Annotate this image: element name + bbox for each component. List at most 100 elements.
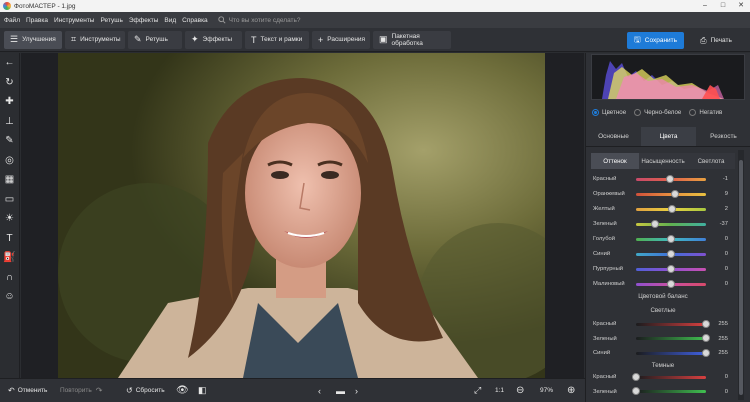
frame-icon[interactable]: ▭ bbox=[0, 190, 20, 210]
subtab-lightness[interactable]: Светлота bbox=[687, 153, 735, 169]
rotate-icon[interactable]: ↻ bbox=[0, 73, 20, 93]
brush-icon[interactable]: ✎ bbox=[0, 131, 20, 151]
tab-batch[interactable]: ▣ Пакетная обработка bbox=[373, 30, 451, 49]
light-icon[interactable]: ☀ bbox=[0, 209, 20, 229]
stamp-icon[interactable]: ⊥ bbox=[0, 112, 20, 132]
bottom-bar: ↶ Отменить Повторить ↷ ↺ Сбросить 👁 ◧ ‹ ▬ ›… bbox=[0, 378, 585, 402]
slider-row: Пурпурный 0 bbox=[593, 262, 733, 276]
slider-knob[interactable] bbox=[632, 372, 640, 381]
radio-label: Негатив bbox=[699, 109, 723, 116]
slider-knob[interactable] bbox=[667, 279, 675, 288]
magnet-icon[interactable]: ∩ bbox=[0, 268, 20, 288]
redo-button[interactable]: Повторить ↷ bbox=[60, 386, 102, 395]
slider-knob[interactable] bbox=[702, 348, 710, 357]
slider-row: Красный -1 bbox=[593, 172, 733, 186]
radial-filter-icon[interactable]: ◎ bbox=[0, 151, 20, 171]
slider-row: Зеленый -37 bbox=[593, 217, 733, 231]
slider-track[interactable] bbox=[636, 174, 706, 183]
slider-knob[interactable] bbox=[702, 334, 710, 342]
zoom-in-icon[interactable]: ⊕ bbox=[567, 385, 575, 396]
close-icon[interactable]: ✕ bbox=[732, 0, 750, 12]
menu-retouch[interactable]: Ретушь bbox=[100, 17, 122, 24]
undo-button[interactable]: ↶ Отменить bbox=[8, 386, 47, 395]
zoom-out-icon[interactable]: ⊖ bbox=[516, 385, 524, 396]
image-canvas[interactable] bbox=[21, 53, 584, 378]
tab-sharpness[interactable]: Резкость bbox=[696, 127, 750, 146]
slider-track[interactable] bbox=[636, 204, 706, 213]
healing-patch-icon[interactable]: ✚ bbox=[0, 92, 20, 112]
folder-icon[interactable]: ▬ bbox=[336, 386, 345, 396]
save-button[interactable]: 🖫 Сохранить bbox=[627, 32, 684, 49]
slider-track[interactable] bbox=[632, 387, 706, 395]
zoom-level: 97% bbox=[540, 387, 554, 394]
fit-screen-icon[interactable]: ⤢ bbox=[474, 385, 481, 396]
slider-knob[interactable] bbox=[667, 204, 676, 213]
print-button[interactable]: ⎙ Печать bbox=[690, 32, 742, 49]
slider-track[interactable] bbox=[636, 219, 706, 228]
radio-dot bbox=[592, 109, 599, 116]
slider-knob[interactable] bbox=[702, 319, 710, 328]
mode-negative-radio[interactable]: Негатив bbox=[689, 109, 722, 116]
printer-icon: ⎙ bbox=[700, 35, 707, 45]
menu-view[interactable]: Вид bbox=[164, 17, 176, 24]
tab-tools[interactable]: ⌗ Инструменты bbox=[65, 30, 125, 49]
slider-knob[interactable] bbox=[632, 387, 640, 395]
panel-tabs: Основные Цвета Резкость bbox=[586, 127, 750, 147]
text-icon[interactable]: T bbox=[0, 229, 20, 249]
slider-track[interactable] bbox=[632, 372, 706, 381]
slider-track[interactable] bbox=[636, 264, 706, 273]
slider-knob[interactable] bbox=[667, 264, 675, 273]
reset-button[interactable]: ↺ Сбросить bbox=[126, 386, 165, 395]
mode-color-radio[interactable]: Цветное bbox=[592, 109, 626, 116]
eye-icon[interactable]: 👁 bbox=[176, 385, 189, 396]
slider-knob[interactable] bbox=[650, 219, 659, 228]
menu-help[interactable]: Справка bbox=[182, 17, 208, 24]
face-icon[interactable]: ☺ bbox=[0, 287, 20, 307]
scrollbar-thumb[interactable] bbox=[739, 160, 743, 395]
slider-track[interactable] bbox=[636, 279, 706, 288]
slider-row: Синий 0 bbox=[593, 247, 733, 261]
subtab-hue[interactable]: Оттенок bbox=[591, 153, 639, 169]
tab-colors[interactable]: Цвета bbox=[641, 127, 696, 146]
slider-track[interactable] bbox=[636, 319, 710, 328]
menu-edit[interactable]: Правка bbox=[26, 17, 48, 24]
actual-size-button[interactable]: 1:1 bbox=[495, 387, 504, 394]
slider-track[interactable] bbox=[636, 334, 710, 342]
slider-knob[interactable] bbox=[667, 249, 675, 258]
mode-bw-radio[interactable]: Черно-белое bbox=[634, 109, 681, 116]
slider-track[interactable] bbox=[636, 234, 706, 243]
prev-image-icon[interactable]: ‹ bbox=[318, 386, 321, 396]
slider-value: 0 bbox=[724, 374, 728, 380]
radio-dot bbox=[634, 109, 642, 116]
compare-icon[interactable]: ◧ bbox=[198, 385, 207, 396]
slider-track[interactable] bbox=[636, 348, 710, 357]
minimize-icon[interactable]: – bbox=[696, 0, 714, 12]
undo-label: Отменить bbox=[17, 387, 48, 394]
fill-bucket-icon[interactable]: ⛽ bbox=[0, 248, 20, 268]
maximize-icon[interactable]: □ bbox=[714, 0, 732, 12]
tab-enhancements[interactable]: ☰ Улучшения bbox=[4, 30, 62, 49]
next-image-icon[interactable]: › bbox=[355, 386, 358, 396]
grid-icon[interactable]: ▦ bbox=[0, 170, 20, 190]
menu-file[interactable]: Файл bbox=[4, 17, 20, 24]
tab-text-frames[interactable]: T Текст и рамки bbox=[245, 30, 309, 49]
slider-track[interactable] bbox=[636, 249, 706, 258]
panel-scrollbar[interactable] bbox=[738, 150, 744, 400]
command-search[interactable]: Что вы хотите сделать? bbox=[217, 16, 301, 24]
wand-icon: ✦ bbox=[191, 34, 199, 44]
tab-basic[interactable]: Основные bbox=[586, 127, 641, 146]
menu-tools[interactable]: Инструменты bbox=[54, 17, 95, 24]
subtab-saturation[interactable]: Насыщенность bbox=[639, 153, 687, 169]
slider-knob[interactable] bbox=[666, 174, 675, 183]
back-arrow-icon[interactable]: ← bbox=[0, 53, 20, 73]
slider-track[interactable] bbox=[636, 189, 706, 198]
slider-row: Синий 255 bbox=[593, 346, 733, 360]
slider-knob[interactable] bbox=[667, 234, 675, 243]
tab-label: Расширения bbox=[327, 36, 366, 43]
tab-extensions[interactable]: + Расширения bbox=[312, 30, 370, 49]
tab-effects[interactable]: ✦ Эффекты bbox=[185, 30, 242, 49]
slider-knob[interactable] bbox=[670, 189, 679, 198]
tab-retouch[interactable]: ✎ Ретушь bbox=[128, 30, 182, 49]
menu-effects[interactable]: Эффекты bbox=[129, 17, 159, 24]
slider-value: -37 bbox=[719, 221, 728, 227]
